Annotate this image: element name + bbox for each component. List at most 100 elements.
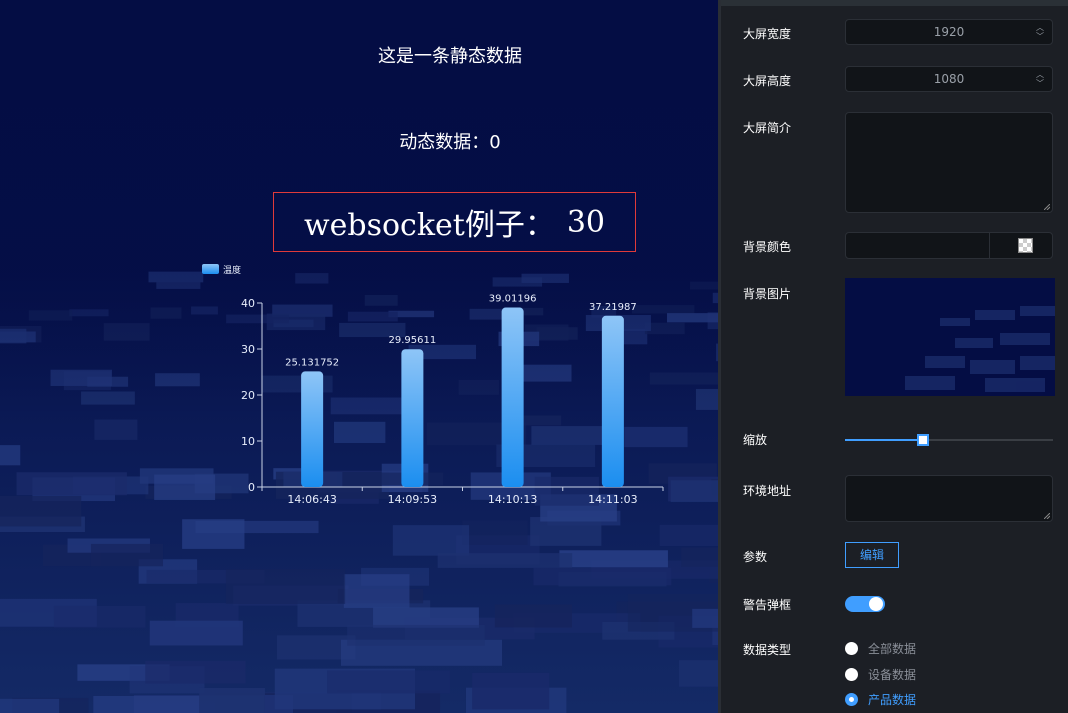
dynamic-data-label: 动态数据： <box>399 132 490 153</box>
city-block <box>559 550 668 568</box>
city-block <box>462 520 528 545</box>
bar-value-label: 37.21987 <box>589 302 637 313</box>
websocket-value: 30 <box>566 204 606 240</box>
city-block <box>533 567 672 586</box>
city-block <box>94 419 138 440</box>
chevron-down-icon[interactable]: ﹀ <box>1036 32 1044 41</box>
radio-all-data-label: 全部数据 <box>868 642 917 656</box>
city-block <box>0 698 60 713</box>
width-spinner[interactable]: ︿ ﹀ <box>1036 23 1044 41</box>
scale-slider-fill <box>845 439 922 441</box>
scale-label: 缩放 <box>743 433 768 447</box>
bg-color-label: 背景颜色 <box>743 240 792 254</box>
resize-handle-icon[interactable] <box>1044 513 1050 519</box>
bar-value-label: 29.95611 <box>389 335 437 346</box>
dynamic-data-text: 动态数据：0 <box>0 128 718 154</box>
city-block <box>225 569 346 604</box>
y-tick-label: 40 <box>241 297 255 310</box>
bar-value-label: 39.01196 <box>489 294 537 305</box>
city-thumbnail-image <box>845 278 1055 396</box>
screen-canvas[interactable]: 这是一条静态数据 动态数据：0 websocket例子： 30 温度 0 10 20 3… <box>0 0 718 713</box>
radio-product-data-label: 产品数据 <box>868 693 917 707</box>
legend-swatch <box>202 264 219 274</box>
radio-selected-icon[interactable] <box>845 693 858 706</box>
bar <box>301 371 324 487</box>
websocket-example-box[interactable]: websocket例子： 30 <box>273 192 636 252</box>
height-input[interactable]: 1080 ︿ ﹀ <box>845 66 1053 92</box>
chevron-up-icon[interactable]: ︿ <box>1036 23 1044 32</box>
width-label: 大屏宽度 <box>743 27 792 41</box>
city-block <box>392 525 470 556</box>
city-block <box>327 670 450 694</box>
radio-circle-icon[interactable] <box>845 668 858 681</box>
height-spinner[interactable]: ︿ ﹀ <box>1036 70 1044 88</box>
radio-device-data[interactable]: 设备数据 <box>845 666 916 683</box>
width-input[interactable]: 1920 ︿ ﹀ <box>845 19 1053 45</box>
city-block <box>692 608 718 628</box>
y-tick-label: 30 <box>241 343 255 356</box>
bg-color-picker[interactable] <box>845 232 1053 259</box>
bar-chart: 温度 0 10 20 30 40 25.131752 14:06:43 29.95611 14:0… <box>202 264 664 506</box>
city-block <box>681 547 718 567</box>
city-block <box>149 620 243 646</box>
x-tick-label: 14:11:03 <box>588 493 637 506</box>
settings-panel: 大屏宽度 1920 ︿ ﹀ 大屏高度 1080 ︿ ﹀ 大屏简介 背景颜色 背景图片… <box>718 0 1068 713</box>
city-block <box>343 574 410 608</box>
bar <box>501 307 524 487</box>
radio-all-data[interactable]: 全部数据 <box>845 640 916 657</box>
static-text: 这是一条静态数据 <box>378 46 522 67</box>
dynamic-data-value: 0 <box>489 132 501 153</box>
env-url-textarea[interactable] <box>845 475 1053 522</box>
edit-params-button[interactable]: 编辑 <box>845 542 899 568</box>
params-label: 参数 <box>743 550 768 564</box>
y-tick-label: 20 <box>241 389 255 402</box>
height-value: 1080 <box>933 72 965 86</box>
radio-device-data-label: 设备数据 <box>868 668 917 682</box>
chevron-up-icon[interactable]: ︿ <box>1036 70 1044 79</box>
height-label: 大屏高度 <box>743 74 792 88</box>
city-block <box>16 472 127 496</box>
scale-slider-thumb[interactable] <box>916 434 929 446</box>
city-block <box>494 604 572 628</box>
width-value: 1920 <box>933 25 965 39</box>
city-block <box>0 495 82 527</box>
bg-image-thumbnail[interactable] <box>845 278 1055 396</box>
bar-value-label: 25.131752 <box>285 357 339 368</box>
websocket-label: websocket例子： <box>303 208 555 243</box>
city-block <box>678 660 718 687</box>
data-type-label: 数据类型 <box>743 643 792 657</box>
city-block <box>53 605 146 628</box>
transparent-swatch-icon[interactable] <box>1018 238 1033 253</box>
alert-label: 警告弹框 <box>743 598 792 612</box>
city-block <box>659 524 718 547</box>
bar <box>601 315 624 487</box>
intro-label: 大屏简介 <box>743 121 792 135</box>
legend-label: 温度 <box>223 264 241 276</box>
bg-image-label: 背景图片 <box>743 287 792 301</box>
city-block <box>199 687 265 713</box>
city-block <box>0 445 21 466</box>
y-tick-label: 10 <box>241 435 255 448</box>
city-block <box>373 607 479 628</box>
color-divider <box>989 233 990 258</box>
x-tick-label: 14:09:53 <box>388 493 437 506</box>
city-block <box>472 672 550 710</box>
x-tick-label: 14:10:13 <box>488 493 537 506</box>
radio-circle-icon[interactable] <box>845 642 858 655</box>
panel-header-bar <box>721 0 1068 6</box>
x-tick-label: 14:06:43 <box>287 493 336 506</box>
city-block <box>145 660 246 684</box>
y-tick-label: 0 <box>248 481 255 494</box>
city-block <box>90 543 164 567</box>
env-url-label: 环境地址 <box>743 484 792 498</box>
resize-handle-icon[interactable] <box>1044 204 1050 210</box>
alert-toggle[interactable] <box>845 596 885 612</box>
intro-textarea[interactable] <box>845 112 1053 213</box>
chevron-down-icon[interactable]: ﹀ <box>1036 79 1044 88</box>
scale-slider[interactable] <box>845 434 1053 446</box>
city-block <box>437 553 573 568</box>
bar <box>401 349 424 487</box>
radio-product-data[interactable]: 产品数据 <box>845 691 916 708</box>
city-block <box>347 624 485 646</box>
city-block <box>182 519 245 549</box>
